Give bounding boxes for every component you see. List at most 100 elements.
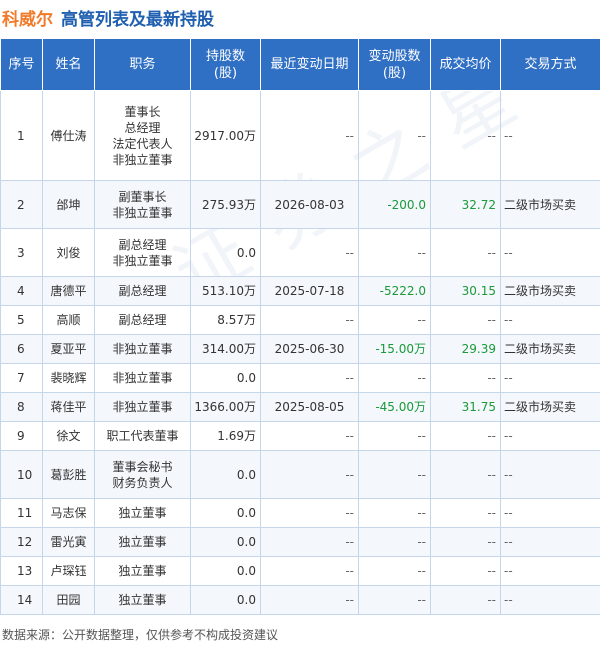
last-change-date: 2025-08-05 (260, 392, 359, 422)
table-row: 12 雷光寅 独立董事 0.0 -- -- -- -- (0, 527, 600, 557)
trade-method: -- (500, 421, 600, 451)
shares-held: 0.0 (190, 527, 261, 557)
table-row: 14 田园 独立董事 0.0 -- -- -- -- (0, 585, 600, 615)
change-shares: -5222.0 (358, 276, 431, 306)
executive-role: 副总经理 (94, 305, 191, 335)
trade-method: -- (500, 90, 600, 181)
executive-role: 副总经理 (94, 276, 191, 306)
change-shares: -- (358, 90, 431, 181)
executive-role: 独立董事 (94, 556, 191, 586)
table-header-row: 序号 姓名 职务 持股数 (股) 最近变动日期 变动股数 (股) 成交均价 交易方式 (0, 38, 600, 91)
row-number: 10 (0, 450, 43, 499)
table-row: 11 马志保 独立董事 0.0 -- -- -- -- (0, 498, 600, 528)
last-change-date: -- (260, 585, 359, 615)
change-shares: -- (358, 421, 431, 451)
last-change-date: -- (260, 90, 359, 181)
executive-name: 邰坤 (42, 180, 95, 229)
executive-name: 裴晓辉 (42, 363, 95, 393)
trade-method: -- (500, 527, 600, 557)
avg-price: -- (430, 305, 501, 335)
row-number: 5 (0, 305, 43, 335)
last-change-date: -- (260, 228, 359, 277)
row-number: 14 (0, 585, 43, 615)
change-shares: -45.00万 (358, 392, 431, 422)
shares-held: 1366.00万 (190, 392, 261, 422)
row-number: 9 (0, 421, 43, 451)
shares-held: 0.0 (190, 498, 261, 528)
table-row: 7 裴晓辉 非独立董事 0.0 -- -- -- -- (0, 363, 600, 393)
avg-price: -- (430, 498, 501, 528)
change-shares: -- (358, 498, 431, 528)
trade-method: -- (500, 363, 600, 393)
column-price-header: 成交均价 (430, 38, 501, 91)
last-change-date: -- (260, 305, 359, 335)
trade-method: 二级市场买卖 (500, 334, 600, 364)
shares-held: 2917.00万 (190, 90, 261, 181)
shares-held: 1.69万 (190, 421, 261, 451)
avg-price: 30.15 (430, 276, 501, 306)
page-title: 高管列表及最新持股 (61, 9, 214, 30)
change-shares: -- (358, 450, 431, 499)
shares-held: 0.0 (190, 556, 261, 586)
row-number: 8 (0, 392, 43, 422)
shares-held: 0.0 (190, 363, 261, 393)
trade-method: 二级市场买卖 (500, 180, 600, 229)
executive-role: 独立董事 (94, 585, 191, 615)
shares-held: 0.0 (190, 450, 261, 499)
executive-role: 非独立董事 (94, 334, 191, 364)
row-number: 1 (0, 90, 43, 181)
last-change-date: 2025-07-18 (260, 276, 359, 306)
last-change-date: 2026-08-03 (260, 180, 359, 229)
shares-held: 513.10万 (190, 276, 261, 306)
executive-name: 马志保 (42, 498, 95, 528)
row-number: 7 (0, 363, 43, 393)
trade-method: -- (500, 585, 600, 615)
column-no-header: 序号 (0, 38, 43, 91)
change-shares: -200.0 (358, 180, 431, 229)
last-change-date: -- (260, 527, 359, 557)
table-row: 2 邰坤 副董事长 非独立董事 275.93万 2026-08-03 -200.0 32.72… (0, 180, 600, 229)
executive-role: 董事长 总经理 法定代表人 非独立董事 (94, 90, 191, 181)
change-shares: -- (358, 305, 431, 335)
avg-price: -- (430, 363, 501, 393)
shares-held: 0.0 (190, 585, 261, 615)
row-number: 2 (0, 180, 43, 229)
column-change-header: 变动股数 (股) (358, 38, 431, 91)
avg-price: -- (430, 527, 501, 557)
row-number: 13 (0, 556, 43, 586)
executive-role: 非独立董事 (94, 363, 191, 393)
last-change-date: -- (260, 421, 359, 451)
executive-name: 唐德平 (42, 276, 95, 306)
executive-name: 傅仕涛 (42, 90, 95, 181)
row-number: 6 (0, 334, 43, 364)
avg-price: -- (430, 228, 501, 277)
avg-price: 32.72 (430, 180, 501, 229)
shares-held: 275.93万 (190, 180, 261, 229)
table-row: 10 葛彭胜 董事会秘书 财务负责人 0.0 -- -- -- -- (0, 450, 600, 499)
trade-method: -- (500, 498, 600, 528)
table-row: 8 蒋佳平 非独立董事 1366.00万 2025-08-05 -45.00万 31.75 二… (0, 392, 600, 422)
executive-role: 非独立董事 (94, 392, 191, 422)
executive-role: 职工代表董事 (94, 421, 191, 451)
executive-name: 刘俊 (42, 228, 95, 277)
column-method-header: 交易方式 (500, 38, 600, 91)
avg-price: -- (430, 421, 501, 451)
executive-role: 副董事长 非独立董事 (94, 180, 191, 229)
table-row: 5 高顺 副总经理 8.57万 -- -- -- -- (0, 305, 600, 335)
change-shares: -- (358, 363, 431, 393)
title-bar: 科威尔 高管列表及最新持股 (0, 0, 600, 34)
table-row: 13 卢琛钰 独立董事 0.0 -- -- -- -- (0, 556, 600, 586)
executive-name: 徐文 (42, 421, 95, 451)
shares-held: 0.0 (190, 228, 261, 277)
avg-price: 31.75 (430, 392, 501, 422)
trade-method: -- (500, 305, 600, 335)
column-role-header: 职务 (94, 38, 191, 91)
executive-role: 董事会秘书 财务负责人 (94, 450, 191, 499)
avg-price: -- (430, 450, 501, 499)
trade-method: 二级市场买卖 (500, 276, 600, 306)
executive-name: 蒋佳平 (42, 392, 95, 422)
column-name-header: 姓名 (42, 38, 95, 91)
executive-name: 葛彭胜 (42, 450, 95, 499)
change-shares: -- (358, 228, 431, 277)
column-date-header: 最近变动日期 (260, 38, 359, 91)
